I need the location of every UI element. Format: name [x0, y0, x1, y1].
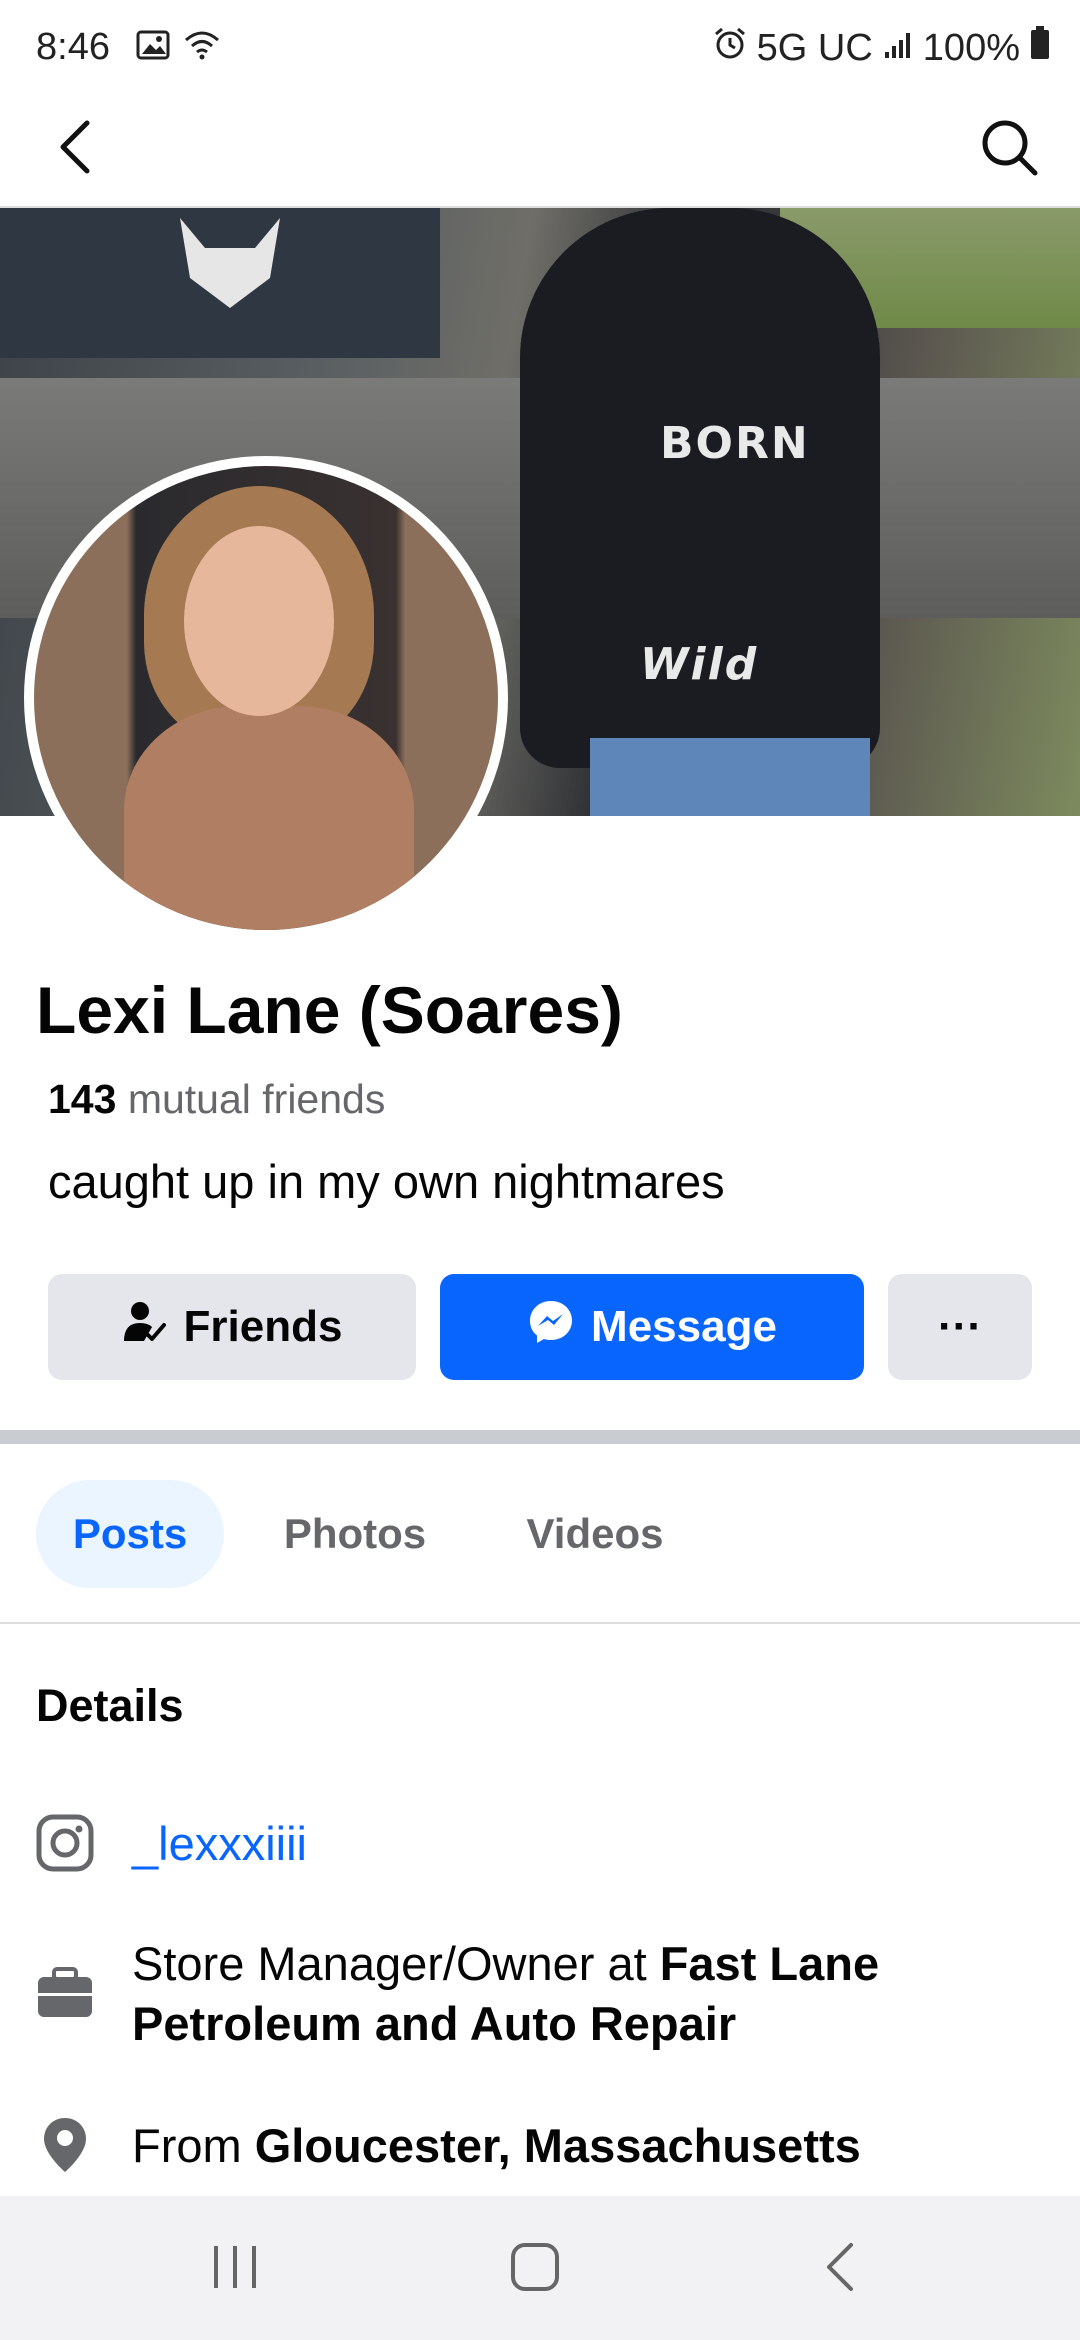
status-bar: 8:46 5G UC 100% [0, 0, 1080, 96]
instagram-icon [36, 1814, 94, 1872]
home-button[interactable] [490, 2234, 580, 2304]
image-icon [136, 30, 170, 65]
profile-name: Lexi Lane (Soares) [36, 973, 623, 1047]
friend-check-icon [122, 1299, 168, 1356]
tab-videos[interactable]: Videos [510, 1480, 680, 1588]
home-icon [510, 2242, 560, 2297]
tab-photos[interactable]: Photos [270, 1480, 440, 1588]
battery-icon [1030, 26, 1050, 70]
back-button[interactable] [40, 114, 110, 184]
alarm-icon [713, 26, 747, 70]
friends-button[interactable]: Friends [48, 1274, 416, 1380]
tab-posts[interactable]: Posts [36, 1480, 224, 1588]
back-arrow-icon [823, 2241, 857, 2298]
work-prefix: Store Manager/Owner at [132, 1937, 660, 1990]
profile-picture[interactable] [24, 456, 508, 940]
more-options-button[interactable]: ··· [888, 1274, 1032, 1380]
system-back-button[interactable] [795, 2234, 885, 2304]
system-nav-bar [0, 2196, 1080, 2340]
network-label: 5G UC [756, 26, 873, 69]
mutual-friends[interactable]: 143 mutual friends [48, 1076, 385, 1123]
details-heading: Details [36, 1680, 184, 1731]
search-button[interactable] [972, 112, 1046, 186]
section-divider [0, 1430, 1080, 1444]
status-time: 8:46 [36, 26, 110, 68]
top-app-bar [0, 96, 1080, 208]
chevron-left-icon [55, 117, 95, 182]
signal-icon [883, 27, 913, 70]
more-dots-icon: ··· [938, 1302, 982, 1351]
detail-instagram[interactable]: _lexxxiiii [36, 1814, 1046, 1874]
detail-hometown: From Gloucester, Massachusetts [36, 2116, 1046, 2176]
detail-work: Store Manager/Owner at Fast Lane Petrole… [36, 1934, 1046, 2054]
wifi-icon [184, 30, 220, 65]
from-prefix: From [132, 2119, 255, 2172]
battery-label: 100% [922, 26, 1020, 69]
mutual-count: 143 [48, 1076, 117, 1122]
briefcase-icon [36, 1964, 94, 2022]
message-button[interactable]: Message [440, 1274, 864, 1380]
search-icon [979, 117, 1039, 182]
message-label: Message [591, 1302, 777, 1351]
hoodie-text: BORN Wild [640, 418, 810, 690]
messenger-icon [527, 1298, 575, 1357]
avatar [34, 466, 498, 930]
profile-bio: caught up in my own nightmares [48, 1155, 725, 1208]
mutual-label: mutual friends [127, 1076, 386, 1122]
profile-tabs: Posts Photos Videos [0, 1444, 1080, 1624]
friends-label: Friends [183, 1302, 343, 1351]
recents-icon [210, 2244, 260, 2295]
recents-button[interactable] [190, 2234, 280, 2304]
location-pin-icon [36, 2116, 94, 2174]
instagram-handle[interactable]: _lexxxiiii [132, 1814, 307, 1874]
from-place[interactable]: Gloucester, Massachusetts [255, 2119, 861, 2172]
bobcat-logo [180, 218, 280, 308]
